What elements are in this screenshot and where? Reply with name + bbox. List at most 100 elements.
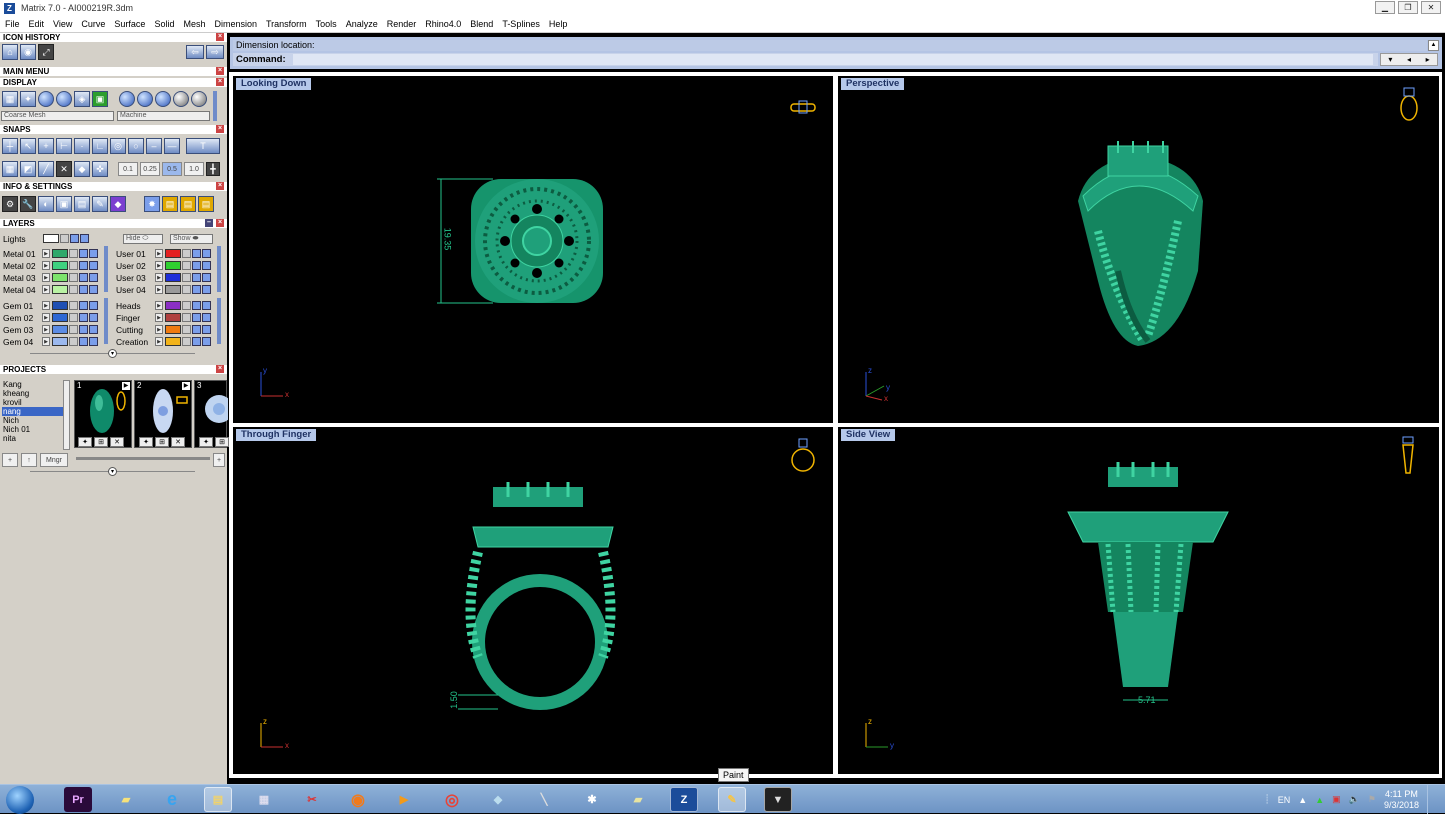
- arrow-left-icon[interactable]: ⇦: [186, 45, 204, 59]
- menu-solid[interactable]: Solid: [149, 19, 178, 29]
- menu-dimension[interactable]: Dimension: [209, 19, 261, 29]
- layer-row[interactable]: Cutting ▶: [116, 324, 211, 335]
- layer-visibility-icon[interactable]: [192, 261, 201, 270]
- lock-icon[interactable]: [182, 249, 191, 258]
- layers-header[interactable]: LAYERS – ×: [0, 219, 227, 228]
- snaps-header[interactable]: SNAPS ×: [0, 125, 227, 134]
- show-desktop-button[interactable]: [1427, 785, 1437, 814]
- tray-app-icon[interactable]: ▲: [1315, 795, 1324, 805]
- chrome-icon[interactable]: ◎: [438, 787, 466, 812]
- start-button[interactable]: [6, 786, 34, 814]
- calculator-icon[interactable]: ▦: [250, 787, 278, 812]
- menu-view[interactable]: View: [48, 19, 76, 29]
- layer-row[interactable]: Gem 03 ▶: [3, 324, 98, 335]
- menu-edit[interactable]: Edit: [24, 19, 49, 29]
- layer-visibility-icon[interactable]: [192, 285, 201, 294]
- layer-submenu-icon[interactable]: ▶: [155, 337, 163, 346]
- menu-tools[interactable]: Tools: [311, 19, 341, 29]
- layer-visibility-icon[interactable]: [202, 285, 211, 294]
- gumball-icon[interactable]: ✜: [92, 161, 108, 177]
- show-hidden-icons-icon[interactable]: ▲: [1298, 795, 1307, 805]
- layer-color-swatch[interactable]: [52, 325, 68, 334]
- layer-color-swatch[interactable]: [165, 337, 181, 346]
- layer-color-swatch[interactable]: [165, 325, 181, 334]
- history-tool-icon[interactable]: ⌂: [2, 44, 18, 60]
- snap-tan-icon[interactable]: –: [146, 138, 162, 154]
- open-icon[interactable]: ⊞: [155, 437, 169, 447]
- snap-near-icon[interactable]: ↖: [20, 138, 36, 154]
- folder-icon[interactable]: ▰: [112, 787, 140, 812]
- layer-row[interactable]: Metal 01 ▶: [3, 248, 98, 259]
- close-icon[interactable]: ×: [216, 365, 224, 373]
- layer-visibility-icon[interactable]: [89, 249, 98, 258]
- menu-transform[interactable]: Transform: [261, 19, 311, 29]
- lock-icon[interactable]: [69, 249, 78, 258]
- layer-visibility-icon[interactable]: [202, 249, 211, 258]
- material-sphere-icon[interactable]: [137, 91, 153, 107]
- material-sphere-icon[interactable]: [191, 91, 207, 107]
- lock-icon[interactable]: [69, 325, 78, 334]
- layer-row[interactable]: Gem 02 ▶: [3, 312, 98, 323]
- open-icon[interactable]: ⊞: [94, 437, 108, 447]
- menu-blend[interactable]: Blend: [465, 19, 497, 29]
- project-item[interactable]: Nich 01: [2, 425, 64, 434]
- layer-submenu-icon[interactable]: ▶: [155, 325, 163, 334]
- snap-mid-icon[interactable]: ⊢: [56, 138, 72, 154]
- layers-minimize-icon[interactable]: –: [205, 219, 213, 227]
- layer-visibility-icon[interactable]: [202, 273, 211, 282]
- lock-icon[interactable]: [182, 301, 191, 310]
- smart-track-icon[interactable]: ◆: [74, 161, 90, 177]
- layer-visibility-icon[interactable]: [89, 325, 98, 334]
- volume-icon[interactable]: 🔈: [1349, 794, 1360, 805]
- lock-icon[interactable]: [69, 337, 78, 346]
- layer-color-swatch[interactable]: [165, 249, 181, 258]
- close-icon[interactable]: ×: [216, 67, 224, 75]
- shaded-sphere-icon[interactable]: [38, 91, 54, 107]
- lock-icon[interactable]: [69, 313, 78, 322]
- snap-value-0.25[interactable]: 0.25: [140, 162, 160, 176]
- layer-visibility-icon[interactable]: [192, 273, 201, 282]
- lock-icon[interactable]: [182, 337, 191, 346]
- layer-submenu-icon[interactable]: ▶: [42, 301, 50, 310]
- layer-color-swatch[interactable]: [165, 301, 181, 310]
- document-icon[interactable]: ▤: [74, 196, 90, 212]
- info-settings-header[interactable]: INFO & SETTINGS ×: [0, 182, 227, 191]
- layer-visibility-icon[interactable]: [202, 337, 211, 346]
- viewport-looking-down[interactable]: Looking Down 19.35 y x: [233, 76, 833, 423]
- zbrush-icon[interactable]: ✱: [578, 787, 606, 812]
- layer-visibility-icon[interactable]: [80, 234, 89, 243]
- ortho-icon[interactable]: ╱: [38, 161, 54, 177]
- layer-row[interactable]: Gem 01 ▶: [3, 300, 98, 311]
- layer-visibility-icon[interactable]: [192, 337, 201, 346]
- project-item[interactable]: Nich: [2, 416, 64, 425]
- layer-visibility-icon[interactable]: [70, 234, 79, 243]
- manager-button[interactable]: Mngr: [40, 453, 68, 467]
- layer-row-lights[interactable]: Lights: [3, 233, 89, 244]
- layer-color-swatch[interactable]: [52, 249, 68, 258]
- layer-visibility-icon[interactable]: [202, 313, 211, 322]
- restore-button[interactable]: ❐: [1398, 1, 1418, 14]
- layer-visibility-icon[interactable]: [79, 273, 88, 282]
- snipping-tool-icon[interactable]: ✂: [298, 787, 326, 812]
- display-header[interactable]: DISPLAY ×: [0, 78, 227, 87]
- layer-visibility-icon[interactable]: [79, 249, 88, 258]
- display-mode-icon[interactable]: ✦: [20, 91, 36, 107]
- layer-color-swatch[interactable]: [165, 313, 181, 322]
- lock-icon[interactable]: [69, 261, 78, 270]
- snap-value-0.1[interactable]: 0.1: [118, 162, 138, 176]
- display-mode-dropdown[interactable]: Machine: [117, 111, 210, 121]
- layer-row[interactable]: User 01 ▶: [116, 248, 211, 259]
- clock[interactable]: 4:11 PM 9/3/2018: [1384, 789, 1419, 811]
- microphone-icon[interactable]: ╲: [530, 787, 558, 812]
- layer-submenu-icon[interactable]: ▶: [155, 285, 163, 294]
- arrow-right-icon[interactable]: ⇨: [206, 45, 224, 59]
- layer-color-swatch[interactable]: [165, 285, 181, 294]
- project-item[interactable]: nita: [2, 434, 64, 443]
- layer-submenu-icon[interactable]: ▶: [155, 261, 163, 270]
- snap-center-icon[interactable]: ·: [74, 138, 90, 154]
- layer-submenu-icon[interactable]: ▶: [155, 313, 163, 322]
- layer-color-swatch[interactable]: [52, 273, 68, 282]
- render-settings-icon[interactable]: ◐: [38, 196, 54, 212]
- menu-mesh[interactable]: Mesh: [178, 19, 209, 29]
- viewport-through-finger[interactable]: Through Finger 1.50 z x: [233, 427, 833, 774]
